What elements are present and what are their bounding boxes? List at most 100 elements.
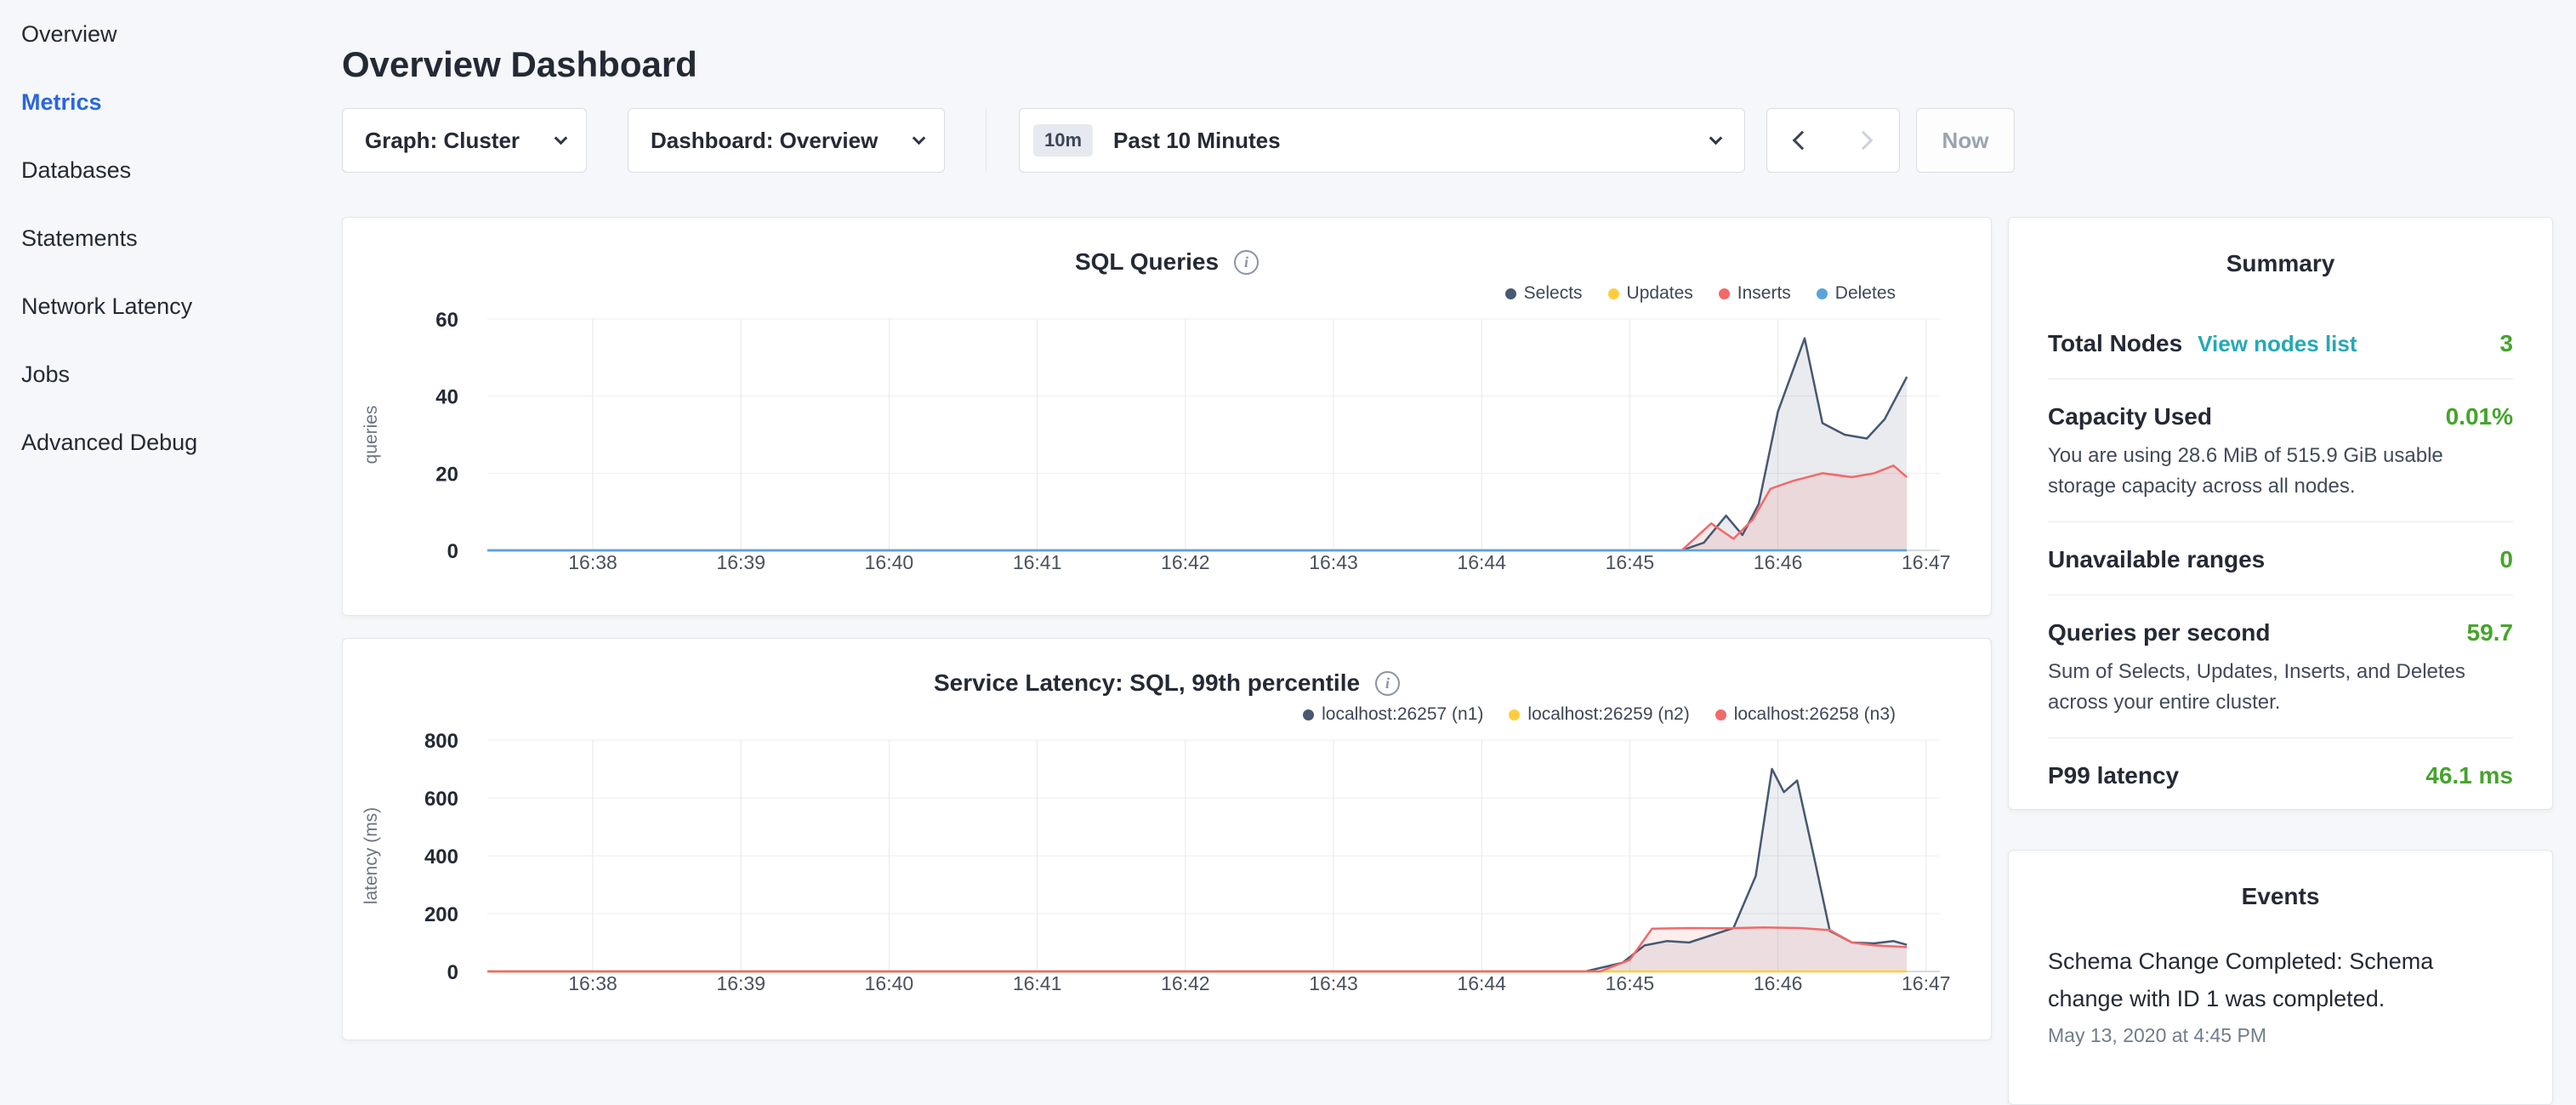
svg-text:16:42: 16:42: [1161, 972, 1210, 994]
view-nodes-list-link[interactable]: View nodes list: [2198, 331, 2357, 357]
svg-text:40: 40: [435, 386, 458, 409]
svg-text:16:40: 16:40: [865, 972, 914, 994]
summary-value: 3: [2499, 328, 2513, 359]
chart-legend: localhost:26257 (n1) localhost:26259 (n2)…: [343, 702, 1991, 727]
legend-item: Inserts: [1719, 283, 1791, 304]
summary-label: Queries per second: [2048, 618, 2270, 648]
chevron-left-icon: [1793, 131, 1812, 151]
legend-dot-icon: [1719, 288, 1730, 299]
sidebar-item-network-latency[interactable]: Network Latency: [0, 272, 342, 340]
chevron-right-icon: [1853, 131, 1873, 151]
svg-text:400: 400: [424, 846, 458, 869]
svg-text:800: 800: [424, 731, 458, 753]
time-window-next-button[interactable]: [1832, 108, 1900, 173]
legend-dot-icon: [1817, 288, 1828, 299]
summary-row-capacity-used: Capacity Used 0.01% You are using 28.6 M…: [2048, 379, 2513, 522]
legend-item: Deletes: [1817, 283, 1896, 304]
svg-text:16:42: 16:42: [1161, 551, 1210, 573]
svg-text:200: 200: [424, 903, 458, 926]
sidebar-item-overview[interactable]: Overview: [0, 0, 342, 68]
svg-text:60: 60: [435, 310, 458, 332]
summary-value: 0.01%: [2446, 402, 2513, 432]
summary-row-unavailable-ranges: Unavailable ranges 0: [2048, 522, 2513, 595]
legend-label: localhost:26259 (n2): [1527, 704, 1689, 725]
graph-scope-label: Graph: Cluster: [365, 128, 520, 154]
summary-row-total-nodes: Total Nodes View nodes list 3: [2048, 306, 2513, 379]
chart-legend: Selects Updates Inserts Deletes: [343, 281, 1991, 306]
sidebar-item-databases[interactable]: Databases: [0, 136, 342, 204]
legend-label: Selects: [1524, 283, 1583, 304]
svg-text:latency (ms): latency (ms): [361, 807, 381, 904]
sidebar: Overview Metrics Databases Statements Ne…: [0, 0, 342, 476]
sidebar-item-advanced-debug[interactable]: Advanced Debug: [0, 408, 342, 476]
svg-text:0: 0: [447, 540, 458, 563]
svg-text:600: 600: [424, 788, 458, 811]
legend-item: localhost:26259 (n2): [1509, 704, 1689, 725]
svg-text:16:47: 16:47: [1902, 972, 1951, 994]
sidebar-item-statements[interactable]: Statements: [0, 204, 342, 272]
summary-row-p99-latency: P99 latency 46.1 ms: [2048, 738, 2513, 811]
sidebar-item-jobs[interactable]: Jobs: [0, 340, 342, 408]
time-window-dropdown[interactable]: 10m Past 10 Minutes: [1019, 108, 1745, 173]
legend-label: Deletes: [1835, 283, 1896, 304]
legend-dot-icon: [1505, 288, 1516, 299]
legend-dot-icon: [1303, 709, 1314, 721]
svg-text:16:38: 16:38: [568, 551, 617, 573]
summary-description: Sum of Selects, Updates, Inserts, and De…: [2048, 657, 2513, 718]
svg-text:20: 20: [435, 463, 458, 486]
controls-bar: Graph: Cluster Dashboard: Overview 10m P…: [342, 108, 2068, 173]
summary-description: You are using 28.6 MiB of 515.9 GiB usab…: [2048, 441, 2513, 502]
now-button[interactable]: Now: [1916, 108, 2015, 173]
event-item-text: Schema Change Completed: Schema change w…: [2048, 943, 2513, 1017]
summary-row-queries-per-second: Queries per second 59.7 Sum of Selects, …: [2048, 595, 2513, 738]
legend-item: Selects: [1505, 283, 1583, 304]
chevron-down-icon: [554, 131, 568, 145]
svg-text:16:39: 16:39: [716, 551, 765, 573]
time-window-prev-button[interactable]: [1766, 108, 1833, 173]
summary-panel: Summary Total Nodes View nodes list 3 Ca…: [2008, 217, 2553, 810]
event-item-timestamp: May 13, 2020 at 4:45 PM: [2048, 1024, 2513, 1047]
events-panel: Events Schema Change Completed: Schema c…: [2008, 850, 2553, 1105]
summary-value: 46.1 ms: [2425, 760, 2513, 791]
legend-dot-icon: [1608, 288, 1619, 299]
svg-text:16:44: 16:44: [1457, 972, 1506, 994]
info-icon[interactable]: i: [1234, 250, 1259, 275]
chevron-down-icon: [913, 131, 926, 145]
legend-dot-icon: [1509, 709, 1520, 721]
sql-queries-chart-card: SQL Queries i Selects Updates Inserts Delet…: [342, 217, 1992, 616]
legend-label: localhost:26258 (n3): [1734, 704, 1896, 725]
summary-value: 59.7: [2467, 618, 2514, 648]
events-title: Events: [2009, 880, 2552, 914]
sql-queries-chart: 020406016:3816:3916:4016:4116:4216:4316:…: [343, 310, 1991, 590]
svg-text:16:47: 16:47: [1902, 551, 1951, 573]
summary-label: Total Nodes: [2048, 328, 2182, 359]
sidebar-item-metrics[interactable]: Metrics: [0, 68, 342, 136]
summary-label: Unavailable ranges: [2048, 544, 2265, 575]
legend-item: localhost:26258 (n3): [1715, 704, 1896, 725]
summary-title: Summary: [2009, 247, 2552, 281]
legend-item: Updates: [1608, 283, 1693, 304]
summary-label: Capacity Used: [2048, 402, 2212, 432]
svg-text:16:43: 16:43: [1309, 972, 1358, 994]
controls-divider: [986, 108, 987, 173]
summary-value: 0: [2499, 544, 2513, 575]
legend-label: localhost:26257 (n1): [1322, 704, 1483, 725]
info-icon[interactable]: i: [1375, 671, 1400, 696]
svg-text:16:46: 16:46: [1754, 551, 1803, 573]
time-window-badge: 10m: [1033, 124, 1093, 157]
service-latency-chart: 020040060080016:3816:3916:4016:4116:4216…: [343, 731, 1991, 1011]
svg-text:16:40: 16:40: [865, 551, 914, 573]
svg-text:16:45: 16:45: [1606, 972, 1655, 994]
chart-title: SQL Queries: [1075, 248, 1219, 276]
svg-text:16:45: 16:45: [1606, 551, 1655, 573]
svg-text:16:43: 16:43: [1309, 551, 1358, 573]
graph-scope-dropdown[interactable]: Graph: Cluster: [342, 108, 587, 173]
legend-label: Updates: [1627, 283, 1693, 304]
legend-item: localhost:26257 (n1): [1303, 704, 1483, 725]
chart-title: Service Latency: SQL, 99th percentile: [934, 669, 1360, 697]
svg-text:16:41: 16:41: [1013, 972, 1062, 994]
dashboard-dropdown[interactable]: Dashboard: Overview: [628, 108, 945, 173]
time-window-label: Past 10 Minutes: [1113, 128, 1281, 154]
svg-text:16:46: 16:46: [1754, 972, 1803, 994]
summary-label: P99 latency: [2048, 760, 2179, 791]
